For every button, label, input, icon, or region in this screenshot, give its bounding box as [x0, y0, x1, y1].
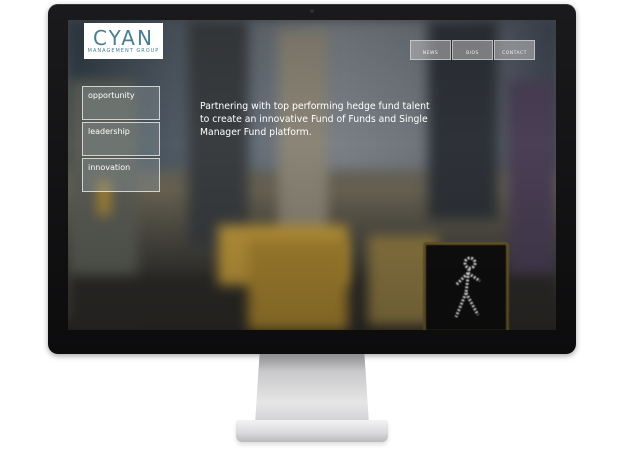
menu-item-leadership[interactable]: leadership — [82, 122, 160, 156]
top-navigation: NEWS BIOS CONTACT — [410, 40, 535, 60]
monitor-stand-neck — [255, 354, 369, 424]
monitor-bezel: CYAN MANAGEMENT GROUP NEWS BIOS CONTACT … — [48, 4, 576, 354]
site-logo[interactable]: CYAN MANAGEMENT GROUP — [84, 23, 163, 59]
menu-item-opportunity[interactable]: opportunity — [82, 86, 160, 120]
monitor-screen: CYAN MANAGEMENT GROUP NEWS BIOS CONTACT … — [68, 20, 556, 330]
side-menu: opportunity leadership innovation — [82, 86, 160, 194]
logo-wordmark: CYAN — [93, 25, 154, 50]
hero-tagline: Partnering with top performing hedge fun… — [200, 101, 430, 138]
webcam-icon — [310, 9, 314, 13]
logo-subtitle: MANAGEMENT GROUP — [87, 47, 160, 54]
nav-contact[interactable]: CONTACT — [494, 40, 535, 60]
nav-news[interactable]: NEWS — [410, 40, 451, 60]
monitor-stand-base — [236, 420, 388, 442]
nav-bios[interactable]: BIOS — [452, 40, 493, 60]
menu-item-innovation[interactable]: innovation — [82, 158, 160, 192]
